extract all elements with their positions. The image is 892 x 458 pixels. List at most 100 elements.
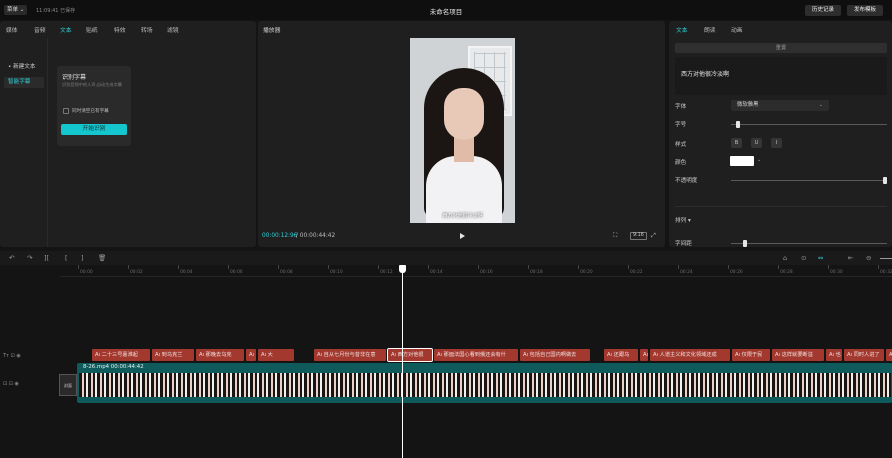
video-track-controls[interactable]: ⊡ ⊡ ◉ bbox=[3, 381, 19, 387]
total-time: 00:00:44:42 bbox=[299, 233, 336, 239]
underline-button[interactable]: U bbox=[751, 138, 762, 148]
tab-sticker[interactable]: 贴纸 bbox=[86, 25, 98, 34]
text-color-swatch[interactable] bbox=[730, 156, 754, 166]
ruler-tick-label: 00:20 bbox=[580, 270, 593, 275]
chevron-down-icon[interactable]: ⌄ bbox=[757, 157, 761, 163]
subtitle-clip[interactable]: Aı 仅限于民 bbox=[732, 349, 770, 361]
time-ruler[interactable]: 00:00 00:02 00:04 00:06 00:08 00:10 00:12 00:14… bbox=[60, 265, 892, 277]
ruler-tick-label: 00:28 bbox=[780, 270, 793, 275]
ruler-tick bbox=[78, 265, 79, 269]
size-slider-knob[interactable] bbox=[735, 121, 740, 128]
trim-right-icon[interactable]: ] bbox=[81, 254, 84, 262]
ruler-tick bbox=[828, 265, 829, 269]
playhead[interactable] bbox=[402, 265, 403, 458]
sidebar-item-new-text[interactable]: • 新建文本 bbox=[4, 62, 44, 73]
divider bbox=[675, 206, 887, 207]
trim-left-icon[interactable]: [ bbox=[65, 254, 68, 262]
ruler-tick-label: 00:04 bbox=[180, 270, 193, 275]
reset-button[interactable]: 重置 bbox=[675, 43, 887, 53]
subtitle-clip[interactable]: Aı 包括自己国内啊做去 bbox=[520, 349, 590, 361]
subtitle-clip[interactable]: Aı 马 bbox=[886, 349, 892, 361]
fit-timeline-icon[interactable]: ⇤ bbox=[848, 254, 853, 262]
subtitle-clip[interactable]: Aı 大 bbox=[258, 349, 294, 361]
subtitle-clip[interactable]: Aı 还跟乌 bbox=[604, 349, 638, 361]
tab-transition[interactable]: 转场 bbox=[141, 25, 153, 34]
play-icon[interactable] bbox=[458, 232, 466, 240]
subtitle-clip[interactable]: Aı 也 bbox=[826, 349, 842, 361]
fullscreen-icon[interactable]: ⤢ bbox=[651, 232, 656, 240]
opacity-label: 不透明度 bbox=[675, 178, 698, 184]
subtitle-clip[interactable]: Aı 到乌克兰 bbox=[152, 349, 194, 361]
start-recognize-button[interactable]: 开始识别 bbox=[61, 124, 127, 135]
ruler-tick bbox=[878, 265, 879, 269]
italic-button[interactable]: I bbox=[771, 138, 782, 148]
tab-media[interactable]: 媒体 bbox=[6, 25, 18, 34]
subtitle-track: Aı 二十三号嘉淮起 Aı 到乌克兰 Aı 那晚去乌克 Aı Aı 大 Aı 自从七月份与… bbox=[90, 348, 892, 362]
subtitle-clip[interactable]: Aı 那晚去乌克 bbox=[196, 349, 244, 361]
zoom-slider[interactable] bbox=[880, 258, 892, 259]
ruler-tick bbox=[728, 265, 729, 269]
subtitle-clip[interactable]: Aı bbox=[640, 349, 648, 361]
opacity-slider-track[interactable] bbox=[731, 180, 887, 181]
subtitle-clip[interactable]: Aı 自从七月份与昔非在意 bbox=[314, 349, 386, 361]
video-clip-label: 8-26.mp4 00:00:44:42 bbox=[83, 364, 144, 370]
link-icon[interactable]: ⊙ bbox=[801, 254, 806, 262]
fit-screen-icon[interactable]: ⛶ bbox=[613, 232, 617, 240]
arrange-section-toggle[interactable]: 排列 ▾ bbox=[675, 216, 691, 224]
clear-existing-checkbox[interactable] bbox=[63, 108, 69, 114]
bold-button[interactable]: B bbox=[731, 138, 742, 148]
split-icon[interactable]: ][ bbox=[44, 254, 49, 262]
spacing-slider-knob[interactable] bbox=[743, 240, 748, 247]
player-panel: 播放器 西方对他很冷淡啊 00:00:12:96 / 00:00:44:42 ⛶… bbox=[258, 21, 665, 247]
tab-text-props[interactable]: 文本 bbox=[676, 25, 688, 34]
tab-audio[interactable]: 音频 bbox=[34, 25, 46, 34]
color-label: 颜色 bbox=[675, 160, 687, 166]
text-content-box[interactable]: 西方对他很冷淡啊 bbox=[675, 57, 887, 95]
subtitle-overlay[interactable]: 西方对他很冷淡啊 bbox=[410, 212, 515, 219]
subtitle-clip[interactable]: Aı 同时人进了 bbox=[844, 349, 884, 361]
tab-filter[interactable]: 滤镜 bbox=[167, 25, 179, 34]
spacing-label: 字间距 bbox=[675, 241, 692, 247]
card-description: 识别音频中的人声,自动生成字幕 bbox=[62, 82, 122, 87]
ruler-tick bbox=[278, 265, 279, 269]
subtitle-clip[interactable]: Aı 那面法国心看到俄还会有什 bbox=[434, 349, 518, 361]
ruler-tick-label: 00:08 bbox=[280, 270, 293, 275]
ruler-tick bbox=[428, 265, 429, 269]
zoom-out-icon[interactable]: ⊖ bbox=[866, 254, 871, 262]
text-sidebar: • 新建文本 智能字幕 bbox=[0, 38, 48, 247]
tab-text[interactable]: 文本 bbox=[60, 25, 72, 34]
subtitle-clip[interactable]: Aı 这样就要断溢 bbox=[772, 349, 824, 361]
video-preview[interactable]: 西方对他很冷淡啊 bbox=[410, 38, 515, 223]
ruler-tick-label: 00:00 bbox=[80, 270, 93, 275]
card-title: 识别字幕 bbox=[62, 74, 87, 81]
font-value: 微软雅黑 bbox=[737, 102, 759, 108]
subtitle-clip[interactable]: Aı 西方对他很 bbox=[387, 348, 433, 362]
aspect-ratio-button[interactable]: 9:16 bbox=[630, 232, 647, 240]
ruler-tick-label: 00:14 bbox=[430, 270, 443, 275]
subtitle-clip[interactable]: Aı bbox=[246, 349, 256, 361]
playhead-handle[interactable] bbox=[399, 265, 406, 273]
tab-read-aloud[interactable]: 朗读 bbox=[704, 25, 716, 34]
preview-axis-icon[interactable]: ⇔ bbox=[818, 254, 823, 262]
history-button[interactable]: 历史记录 bbox=[805, 5, 841, 16]
tab-animation[interactable]: 动画 bbox=[731, 25, 743, 34]
size-slider-track[interactable] bbox=[731, 124, 887, 125]
spacing-slider-track[interactable] bbox=[731, 243, 887, 244]
tab-effects[interactable]: 特效 bbox=[114, 25, 126, 34]
redo-icon[interactable]: ↷ bbox=[27, 254, 32, 262]
ruler-tick bbox=[178, 265, 179, 269]
undo-icon[interactable]: ↶ bbox=[9, 254, 14, 262]
ruler-tick bbox=[628, 265, 629, 269]
video-clip[interactable]: 8-26.mp4 00:00:44:42 bbox=[77, 363, 892, 403]
opacity-slider-knob[interactable] bbox=[883, 177, 887, 184]
arrange-label: 排列 bbox=[675, 218, 687, 224]
text-track-controls[interactable]: Tт ⊡ ◉ bbox=[3, 353, 21, 359]
publish-template-button[interactable]: 发布模板 bbox=[847, 5, 883, 16]
subtitle-clip[interactable]: Aı 人道主义和文化领域还成 bbox=[650, 349, 730, 361]
sidebar-item-smart-subtitle[interactable]: 智能字幕 bbox=[4, 77, 44, 88]
magnet-icon[interactable]: ⌂ bbox=[783, 254, 787, 262]
delete-icon[interactable]: 🗑 bbox=[98, 254, 106, 262]
font-select[interactable]: 微软雅黑 ⌄ bbox=[731, 100, 829, 111]
cover-button[interactable]: 封面 bbox=[59, 374, 77, 396]
subtitle-clip[interactable]: Aı 二十三号嘉淮起 bbox=[92, 349, 150, 361]
